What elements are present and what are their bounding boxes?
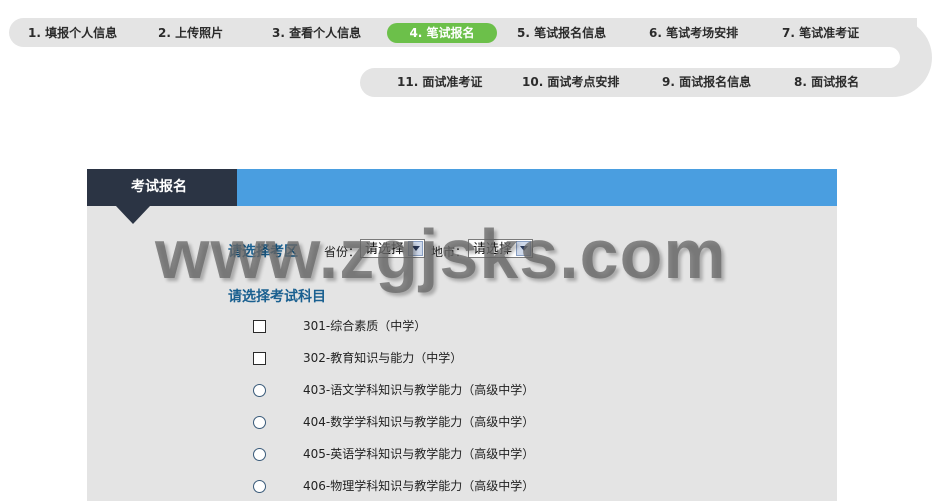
province-select-value: 请选择: [365, 242, 405, 257]
subject-label: 406-物理学科知识与教学能力（高级中学）: [303, 479, 535, 493]
city-select-value: 请选择: [473, 242, 513, 257]
step-8-interview-registration[interactable]: 8. 面试报名: [794, 72, 859, 92]
step-6-written-exam-arrangement[interactable]: 6. 笔试考场安排: [649, 23, 738, 43]
city-label: 地市：: [431, 245, 468, 259]
step-10-interview-site-arrangement[interactable]: 10. 面试考点安排: [522, 72, 619, 92]
progress-track-notch: [820, 47, 900, 68]
step-5-written-registration-info[interactable]: 5. 笔试报名信息: [517, 23, 606, 43]
subject-label: 302-教育知识与能力（中学）: [303, 351, 463, 365]
subject-checkbox[interactable]: [253, 320, 266, 333]
step-2-upload-photo[interactable]: 2. 上传照片: [158, 23, 223, 43]
subject-radio[interactable]: [253, 480, 266, 493]
subject-section-label: 请选择考试科目: [228, 289, 326, 305]
subject-radio[interactable]: [253, 384, 266, 397]
chevron-down-icon: [516, 241, 531, 256]
subject-label: 301-综合素质（中学）: [303, 319, 427, 333]
subject-radio[interactable]: [253, 448, 266, 461]
chevron-down-icon: [408, 241, 423, 256]
step-1-fill-personal-info[interactable]: 1. 填报个人信息: [28, 23, 117, 43]
step-11-interview-admission-ticket[interactable]: 11. 面试准考证: [397, 72, 482, 92]
region-section-label: 请选择考区: [228, 244, 298, 260]
subject-label: 404-数学学科知识与教学能力（高级中学）: [303, 415, 535, 429]
subject-label: 403-语文学科知识与教学能力（高级中学）: [303, 383, 535, 397]
step-4-written-exam-registration[interactable]: 4. 笔试报名: [387, 23, 497, 43]
subject-checkbox[interactable]: [253, 352, 266, 365]
city-select[interactable]: 请选择: [468, 239, 533, 258]
subject-radio[interactable]: [253, 416, 266, 429]
province-select[interactable]: 请选择: [360, 239, 425, 258]
province-label: 省份：: [324, 245, 361, 259]
step-7-written-admission-ticket[interactable]: 7. 笔试准考证: [782, 23, 859, 43]
panel-title-tab: 考试报名: [87, 169, 237, 206]
panel-tab-pointer: [116, 206, 150, 224]
subject-label: 405-英语学科知识与教学能力（高级中学）: [303, 447, 535, 461]
step-3-view-personal-info[interactable]: 3. 查看个人信息: [272, 23, 361, 43]
step-9-interview-registration-info[interactable]: 9. 面试报名信息: [662, 72, 751, 92]
